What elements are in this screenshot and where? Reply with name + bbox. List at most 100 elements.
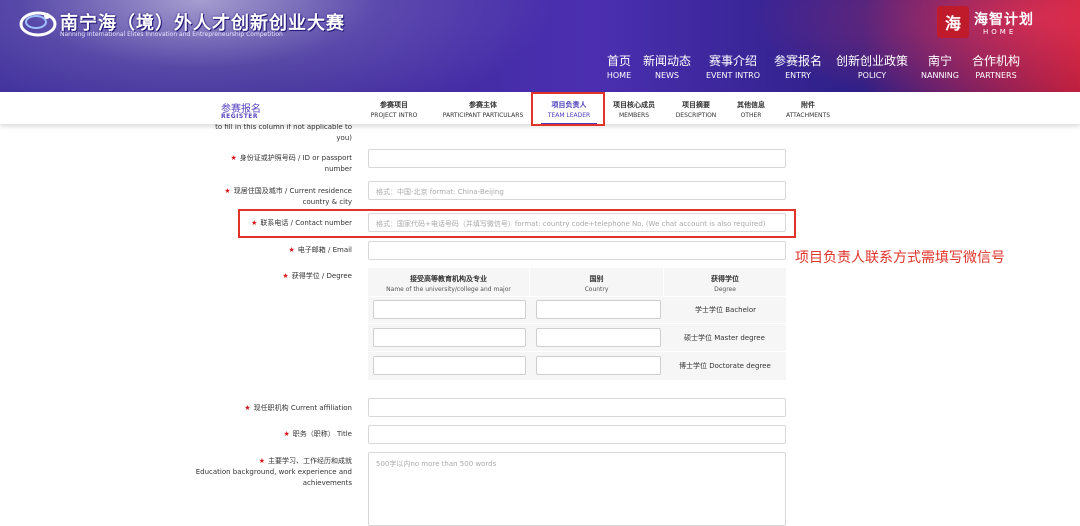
wechat-annotation: 项目负责人联系方式需填写微信号 (795, 250, 1005, 266)
tab-attachments-en: ATTACHMENTS (785, 112, 831, 119)
nav-home-label: 首页 (606, 54, 631, 68)
id-label-text-2: number (324, 165, 352, 173)
master-university-input[interactable] (373, 328, 526, 347)
brand-name[interactable]: 海智计划 (974, 9, 1034, 29)
nav-nanning[interactable]: 南宁 NANNING (918, 52, 962, 80)
tab-other-label: 其他信息 (737, 101, 765, 109)
email-label: ★ 电子邮箱 / Email (150, 245, 352, 256)
email-label-text: 电子邮箱 / Email (297, 246, 352, 254)
tab-participant-particulars[interactable]: 参赛主体 PARTICIPANT PARTICULARS (436, 100, 530, 119)
tab-other-en: OTHER (740, 112, 762, 119)
residence-label-text-2: country & city (302, 198, 352, 206)
nav-event-intro-en: EVENT INTRO (705, 71, 761, 80)
competition-logo-icon (19, 11, 57, 37)
table-divider (368, 323, 786, 324)
degree-col-country-en: Country (584, 286, 609, 293)
tab-members[interactable]: 项目核心成员 MEMBERS (610, 100, 658, 119)
nav-entry[interactable]: 参赛报名 ENTRY (772, 52, 824, 80)
background-label-text: 主要学习、工作经历和成就 (268, 457, 352, 465)
nav-entry-en: ENTRY (785, 71, 811, 80)
required-star: ★ (244, 404, 251, 412)
bachelor-degree-label: 学士学位 Bachelor (695, 306, 757, 314)
nav-news-label: 新闻动态 (642, 54, 691, 68)
nav-policy-en: POLICY (857, 71, 887, 80)
tab-participant-en: PARTICIPANT PARTICULARS (442, 112, 524, 119)
background-label: ★ 主要学习、工作经历和成就 Education background, work… (150, 456, 352, 489)
tab-members-en: MEMBERS (618, 112, 650, 119)
id-label: ★ 身份证或护照号码 / ID or passport number (150, 153, 352, 175)
nav-home-en: HOME (606, 71, 632, 80)
title-label: ★ 职务（职称） Title (150, 429, 352, 440)
doctorate-degree-label: 博士学位 Doctorate degree (679, 362, 771, 370)
degree-col-degree-cn: 获得学位 (711, 275, 739, 283)
required-star: ★ (224, 187, 231, 195)
nav-home[interactable]: 首页 HOME (604, 52, 634, 80)
nav-policy[interactable]: 创新创业政策 POLICY (832, 52, 912, 80)
id-passport-input[interactable] (368, 149, 786, 168)
background-label-text-3: achievements (302, 479, 352, 487)
doctorate-university-input[interactable] (373, 356, 526, 375)
id-label-text: 身份证或护照号码 / ID or passport (239, 154, 352, 162)
tab-members-label: 项目核心成员 (613, 101, 655, 109)
tab-project-intro-label: 参赛项目 (380, 101, 408, 109)
tab-project-intro-en: PROJECT INTRO (370, 112, 418, 119)
tab-attachments-label: 附件 (801, 101, 815, 109)
nav-news[interactable]: 新闻动态 NEWS (641, 52, 693, 80)
previous-field-note: to fill in this column if not applicable… (150, 122, 352, 144)
bachelor-country-input[interactable] (536, 300, 661, 319)
background-label-text-2: Education background, work experience an… (195, 468, 352, 476)
required-star: ★ (283, 430, 290, 438)
tab-description[interactable]: 项目摘要 DESCRIPTION (671, 100, 721, 119)
nav-policy-label: 创新创业政策 (835, 54, 908, 68)
nav-partners[interactable]: 合作机构 PARTNERS (968, 52, 1024, 80)
contact-highlight (238, 209, 796, 238)
table-divider (368, 351, 786, 352)
affiliation-label: ★ 现任职机构 Current affiliation (150, 403, 352, 414)
nav-nanning-en: NANNING (921, 71, 959, 80)
background-textarea[interactable]: 500字以内no more than 500 words (368, 452, 786, 526)
required-star: ★ (288, 246, 295, 254)
tab-participant-label: 参赛主体 (469, 101, 497, 109)
degree-col-degree: 获得学位 Degree (664, 268, 786, 296)
table-divider (368, 296, 786, 297)
doctorate-country-input[interactable] (536, 356, 661, 375)
degree-label-text: 获得学位 / Degree (291, 272, 352, 280)
required-star: ★ (230, 154, 237, 162)
previous-field-note-line1: to fill in this column if not applicable… (215, 123, 352, 131)
email-input[interactable] (368, 241, 786, 260)
competition-subtitle: Nanning International Elites Innovation … (60, 31, 283, 38)
brand-home[interactable]: HOME (983, 28, 1016, 36)
degree-label: ★ 获得学位 / Degree (150, 271, 352, 282)
degree-col-university-en: Name of the university/college and major (386, 286, 511, 293)
bachelor-university-input[interactable] (373, 300, 526, 319)
nav-news-en: NEWS (654, 71, 680, 80)
affiliation-input[interactable] (368, 398, 786, 417)
tab-other[interactable]: 其他信息 OTHER (733, 100, 769, 119)
residence-input[interactable]: 格式：中国-北京 format: China-Beijing (368, 181, 786, 200)
haizhi-seal-icon: 海 (937, 6, 969, 38)
degree-col-country-cn: 国别 (589, 275, 604, 283)
nav-event-intro-label: 赛事介绍 (708, 54, 757, 68)
nav-partners-en: PARTNERS (975, 71, 1017, 80)
residence-label: ★ 现居住国及城市 / Current residence country & c… (150, 186, 352, 208)
degree-col-university-cn: 接受高等教育机构及专业 (410, 275, 487, 283)
title-input[interactable] (368, 425, 786, 444)
master-country-input[interactable] (536, 328, 661, 347)
degree-table: 接受高等教育机构及专业 Name of the university/colle… (368, 268, 786, 380)
register-title-en: REGISTER (221, 113, 259, 120)
master-degree-label: 硕士学位 Master degree (684, 334, 765, 342)
required-star: ★ (258, 457, 265, 465)
nav-event-intro[interactable]: 赛事介绍 EVENT INTRO (702, 52, 764, 80)
tab-description-en: DESCRIPTION (675, 112, 717, 119)
tab-attachments[interactable]: 附件 ATTACHMENTS (781, 100, 835, 119)
residence-label-text: 现居住国及城市 / Current residence (233, 187, 352, 195)
main-nav: 首页 HOME 新闻动态 NEWS 赛事介绍 EVENT INTRO 参赛报名 … (0, 52, 1080, 82)
tab-description-label: 项目摘要 (682, 101, 710, 109)
degree-col-degree-en: Degree (714, 286, 736, 293)
degree-col-university: 接受高等教育机构及专业 Name of the university/colle… (368, 268, 530, 296)
nav-nanning-label: 南宁 (927, 54, 952, 68)
team-leader-highlight (531, 92, 605, 126)
tab-project-intro[interactable]: 参赛项目 PROJECT INTRO (366, 100, 422, 119)
nav-entry-label: 参赛报名 (773, 54, 822, 68)
previous-field-note-line2: you) (336, 134, 352, 142)
